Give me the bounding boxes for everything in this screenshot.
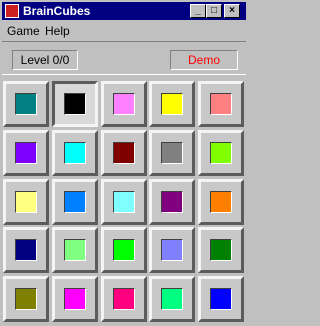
cube-color-swatch — [64, 191, 86, 213]
cube-color-swatch — [161, 239, 183, 261]
window-title: BrainCubes — [23, 4, 91, 18]
braincubes-app-icon[interactable] — [5, 4, 19, 18]
maximize-button[interactable]: □ — [206, 4, 222, 18]
close-icon: × — [229, 5, 235, 16]
mode-indicator: Demo — [170, 50, 238, 70]
cube-button[interactable] — [149, 276, 195, 322]
cube-button[interactable] — [198, 276, 244, 322]
cube-button[interactable] — [101, 276, 147, 322]
title-bar[interactable]: BrainCubes _ □ × — [2, 2, 246, 20]
cube-button[interactable] — [101, 179, 147, 225]
close-button[interactable]: × — [224, 4, 240, 18]
cube-button[interactable] — [101, 227, 147, 273]
menu-game[interactable]: Game — [7, 24, 40, 38]
maximize-icon: □ — [210, 5, 218, 16]
cube-button[interactable] — [3, 81, 49, 127]
cube-grid — [2, 80, 246, 324]
cube-color-swatch — [15, 239, 37, 261]
cube-color-swatch — [113, 93, 135, 115]
cube-color-swatch — [113, 239, 135, 261]
cube-button[interactable] — [52, 276, 98, 322]
cube-button[interactable] — [149, 81, 195, 127]
cube-color-swatch — [15, 288, 37, 310]
cube-color-swatch — [64, 239, 86, 261]
menu-help[interactable]: Help — [45, 24, 70, 38]
cube-color-swatch — [15, 93, 37, 115]
cube-color-swatch — [210, 191, 232, 213]
cube-button[interactable] — [198, 130, 244, 176]
cube-button[interactable] — [149, 179, 195, 225]
cube-color-swatch — [113, 191, 135, 213]
cube-button[interactable] — [3, 276, 49, 322]
cube-button[interactable] — [52, 130, 98, 176]
cube-button[interactable] — [3, 227, 49, 273]
cube-button[interactable] — [149, 130, 195, 176]
cube-color-swatch — [113, 142, 135, 164]
status-bar: Level 0/0 Demo — [2, 41, 246, 75]
cube-button[interactable] — [198, 227, 244, 273]
cube-button[interactable] — [149, 227, 195, 273]
app-window: BrainCubes _ □ × Game Help Level 0/0 Dem… — [0, 0, 248, 326]
cube-button[interactable] — [3, 179, 49, 225]
cube-button[interactable] — [52, 179, 98, 225]
cube-color-swatch — [15, 191, 37, 213]
cube-button[interactable] — [198, 81, 244, 127]
cube-button[interactable] — [101, 130, 147, 176]
cube-color-swatch — [64, 93, 86, 115]
cube-color-swatch — [64, 142, 86, 164]
level-indicator: Level 0/0 — [12, 50, 78, 70]
cube-color-swatch — [210, 93, 232, 115]
cube-button[interactable] — [52, 81, 98, 127]
cube-color-swatch — [161, 288, 183, 310]
cube-button[interactable] — [101, 81, 147, 127]
cube-color-swatch — [210, 288, 232, 310]
cube-color-swatch — [161, 142, 183, 164]
cube-color-swatch — [210, 142, 232, 164]
cube-color-swatch — [161, 191, 183, 213]
cube-color-swatch — [15, 142, 37, 164]
cube-color-swatch — [161, 93, 183, 115]
menu-bar: Game Help — [2, 21, 246, 39]
cube-button[interactable] — [52, 227, 98, 273]
minimize-icon: _ — [195, 5, 201, 16]
cube-button[interactable] — [3, 130, 49, 176]
cube-color-swatch — [64, 288, 86, 310]
cube-button[interactable] — [198, 179, 244, 225]
minimize-button[interactable]: _ — [190, 4, 206, 18]
cube-color-swatch — [210, 239, 232, 261]
cube-color-swatch — [113, 288, 135, 310]
